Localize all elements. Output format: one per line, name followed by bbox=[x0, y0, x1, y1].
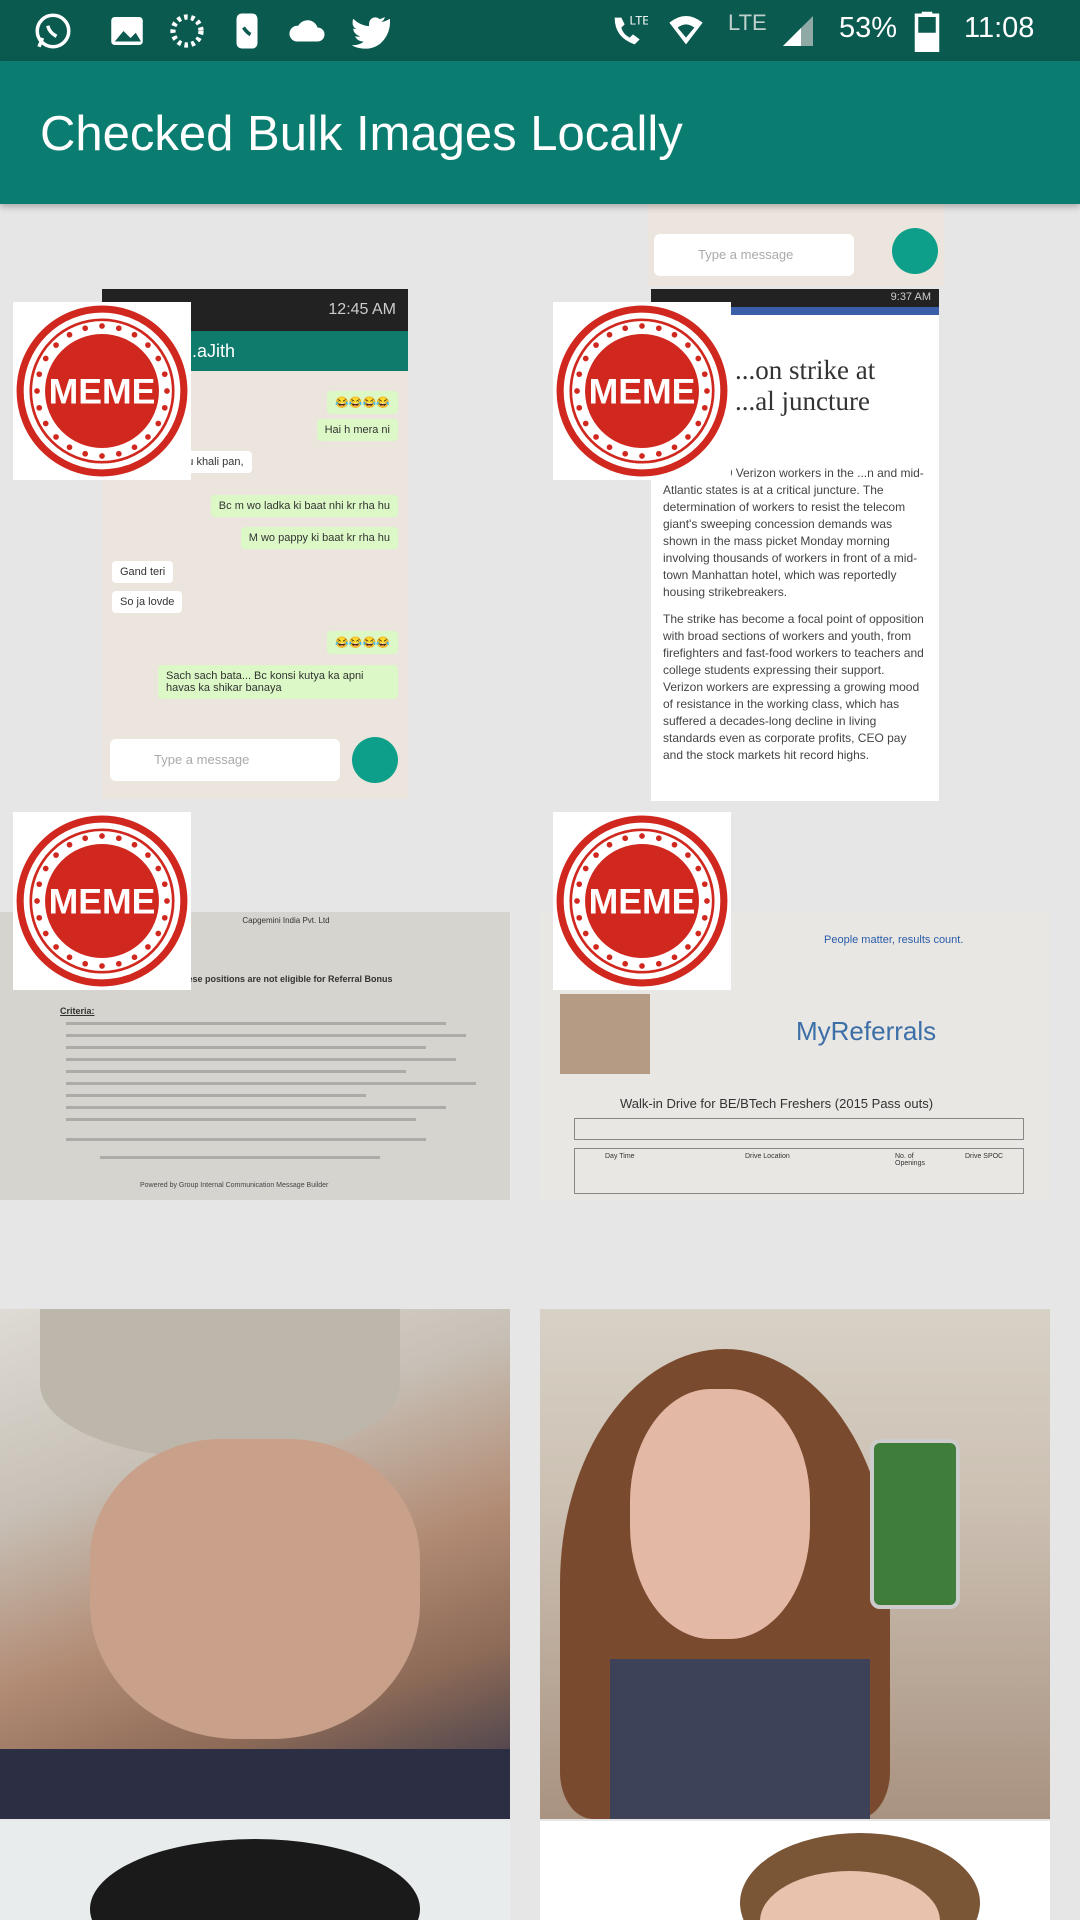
chat-message: Hai h mera ni bbox=[316, 419, 398, 441]
table-header: Drive SPOC bbox=[965, 1153, 1004, 1160]
chat-input-preview: Type a message bbox=[654, 234, 854, 276]
doc-text-line bbox=[66, 1094, 366, 1097]
mic-icon bbox=[352, 737, 398, 783]
signal-icon bbox=[783, 16, 813, 46]
lte-call-icon: LTE bbox=[614, 14, 648, 45]
whatsapp-icon bbox=[35, 13, 71, 49]
doc-text-line bbox=[66, 1034, 466, 1037]
photo-hair bbox=[40, 1309, 400, 1459]
doc-footer: Powered by Group Internal Communication … bbox=[140, 1182, 329, 1189]
meme-stamp-icon: MEME bbox=[16, 305, 188, 477]
doc-text-line bbox=[66, 1022, 446, 1025]
photo-face bbox=[90, 1439, 420, 1739]
doc-criteria: Criteria: bbox=[60, 1006, 95, 1016]
meme-label: MEME bbox=[589, 371, 696, 411]
chat-message: Gand teri bbox=[112, 561, 174, 583]
chat-message: 😂😂😂😂 bbox=[327, 391, 398, 414]
chat-input-preview: Type a message bbox=[110, 739, 340, 781]
app-bar: Checked Bulk Images Locally bbox=[0, 61, 1080, 204]
meme-label: MEME bbox=[49, 881, 156, 921]
image-grid[interactable]: Type a message 12:45 AM ...aJith 😂😂😂😂 Ha… bbox=[0, 204, 1080, 1920]
battery-icon bbox=[914, 11, 940, 52]
doc-text-line bbox=[66, 1118, 416, 1121]
doc-text-line bbox=[66, 1046, 426, 1049]
meme-stamp-icon: MEME bbox=[16, 815, 188, 987]
image-icon bbox=[111, 17, 143, 45]
doc-heading: ...ese positions are not eligible for Re… bbox=[180, 974, 393, 984]
article-paragraph: ...t by 39,000 Verizon workers in the ..… bbox=[663, 466, 924, 599]
doc-photo bbox=[560, 994, 650, 1074]
doc-table-top bbox=[574, 1118, 1024, 1140]
meme-badge[interactable]: MEME bbox=[13, 812, 191, 990]
lte-label: LTE bbox=[728, 10, 767, 35]
photo-phone bbox=[870, 1439, 960, 1609]
doc-text-line bbox=[66, 1082, 476, 1085]
doc-text-line bbox=[66, 1058, 456, 1061]
battery-percent: 53% bbox=[839, 12, 898, 44]
page-title: Checked Bulk Images Locally bbox=[40, 107, 683, 161]
status-bar: LTE LTE 53% 11:08 bbox=[0, 0, 1080, 61]
chat-message: So ja lovde bbox=[112, 591, 183, 613]
meme-stamp-icon: MEME bbox=[556, 815, 728, 987]
table-header: No. of Openings bbox=[895, 1153, 925, 1167]
article-paragraph: The strike has become a focal point of o… bbox=[663, 612, 924, 762]
chat-message: M wo pappy ki baat kr rha hu bbox=[240, 527, 398, 549]
photo-face bbox=[630, 1389, 810, 1639]
chat-message: Sach sach bata... Bc konsi kutya ka apni… bbox=[158, 665, 398, 699]
photo-hair bbox=[90, 1839, 420, 1920]
svg-text:LTE: LTE bbox=[630, 14, 648, 27]
loading-icon bbox=[170, 14, 204, 48]
image-tile-photo-partial[interactable] bbox=[540, 1821, 1050, 1920]
doc-header: Capgemini India Pvt. Ltd bbox=[242, 916, 330, 925]
doc-brand: MyReferrals bbox=[796, 1016, 937, 1046]
mic-icon bbox=[892, 228, 938, 274]
cloud-icon bbox=[289, 20, 325, 42]
doc-text-line bbox=[66, 1070, 406, 1073]
photo-jacket bbox=[0, 1749, 510, 1819]
doc-table: Day Time Drive Location No. of Openings … bbox=[574, 1148, 1024, 1194]
meme-label: MEME bbox=[589, 881, 696, 921]
phone-icon bbox=[236, 13, 258, 49]
doc-headline: Walk-in Drive for BE/BTech Freshers (201… bbox=[620, 1096, 934, 1111]
doc-text-line bbox=[66, 1106, 446, 1109]
chat-message: 😂😂😂😂 bbox=[327, 631, 398, 654]
meme-badge[interactable]: MEME bbox=[553, 302, 731, 480]
twitter-icon bbox=[351, 17, 390, 49]
doc-text-line bbox=[100, 1156, 380, 1159]
chat-message: Bc m wo ladka ki baat nhi kr rha hu bbox=[210, 495, 398, 517]
meme-badge[interactable]: MEME bbox=[553, 812, 731, 990]
doc-tagline: People matter, results count. bbox=[824, 934, 964, 946]
meme-badge[interactable]: MEME bbox=[13, 302, 191, 480]
photo-top bbox=[610, 1659, 870, 1819]
table-header: Day Time bbox=[605, 1153, 635, 1160]
clock: 11:08 bbox=[964, 12, 1035, 44]
table-header: Drive Location bbox=[745, 1153, 790, 1160]
meme-stamp-icon: MEME bbox=[556, 305, 728, 477]
image-tile-photo-partial[interactable] bbox=[0, 1821, 510, 1920]
image-tile-photo-man[interactable] bbox=[0, 1309, 510, 1819]
image-tile-chat-partial[interactable]: Type a message bbox=[648, 204, 944, 286]
image-tile-photo-woman[interactable] bbox=[540, 1309, 1050, 1819]
wifi-icon bbox=[669, 16, 703, 45]
doc-text-line bbox=[66, 1138, 426, 1141]
meme-label: MEME bbox=[49, 371, 156, 411]
